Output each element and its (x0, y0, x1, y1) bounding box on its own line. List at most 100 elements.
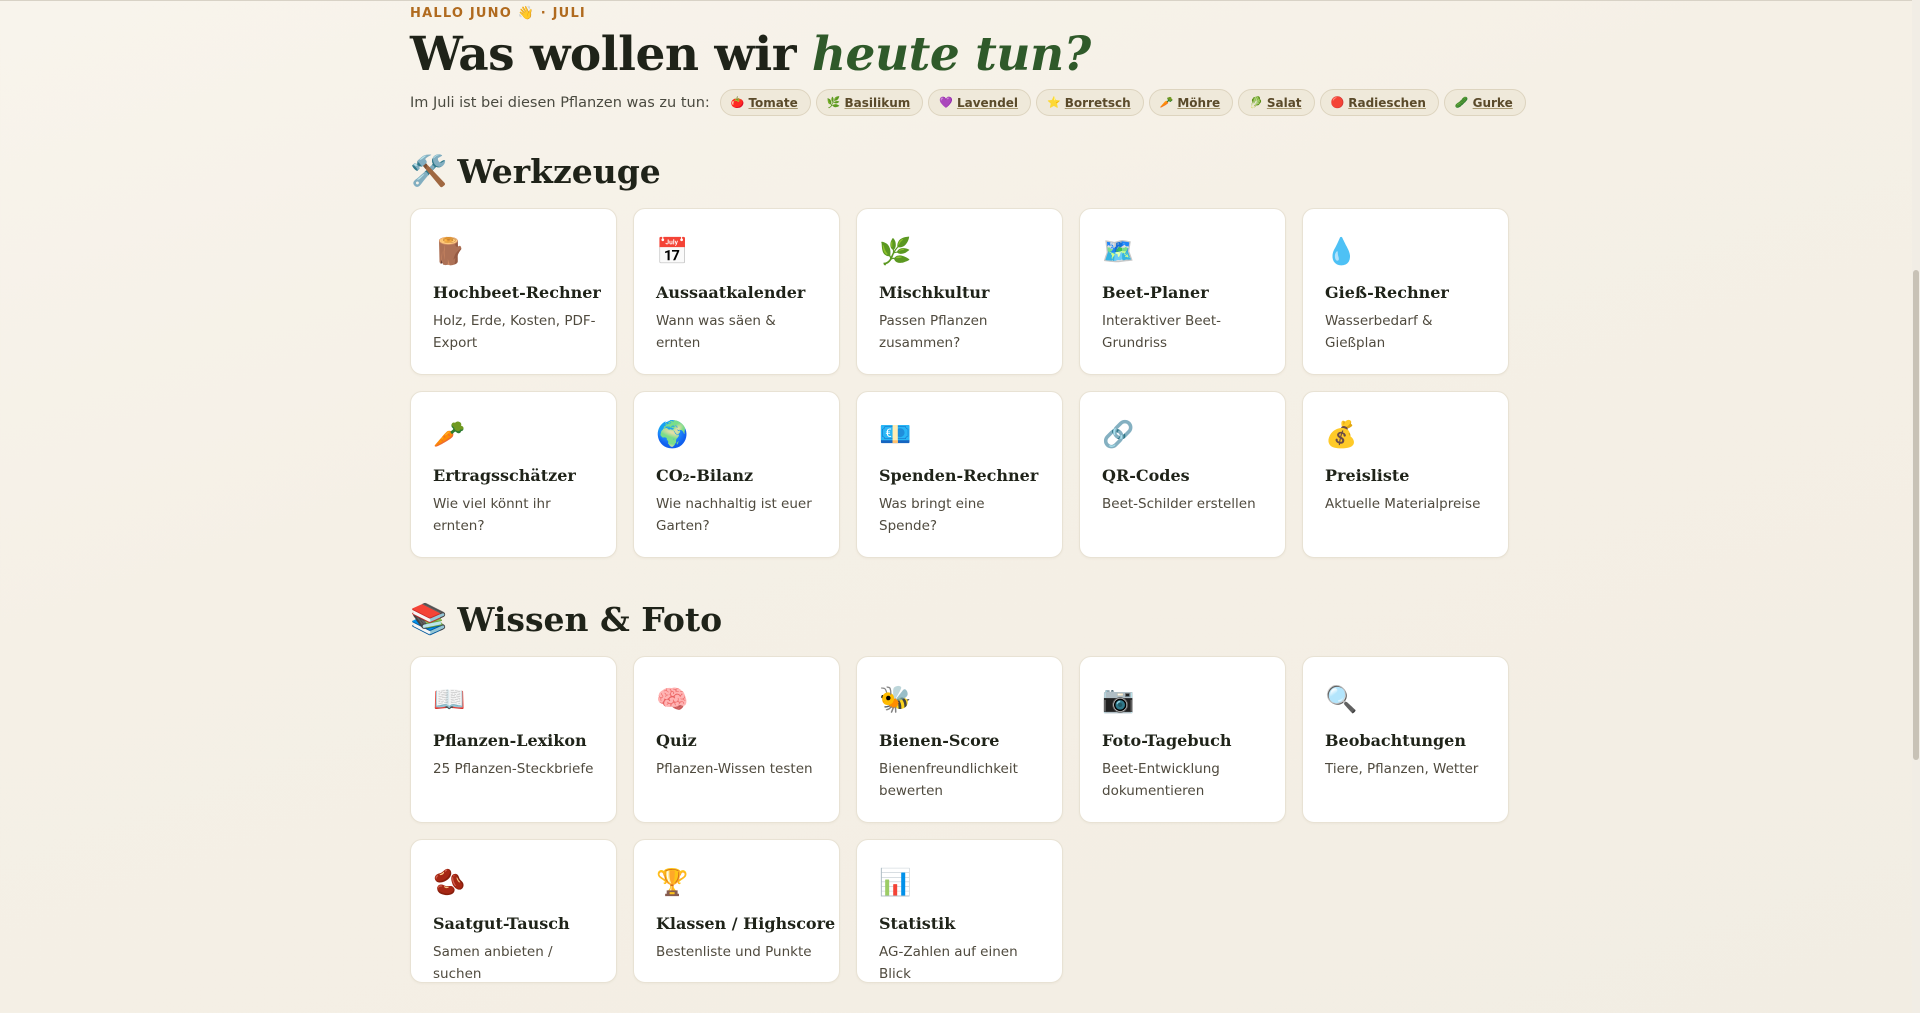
card-title: Saatgut-Tausch (433, 914, 570, 934)
card-title: Spenden-Rechner (879, 466, 1039, 486)
tool-card-bienen-score[interactable]: 🐝 Bienen-Score Bienenfreundlichkeit bewert… (856, 656, 1063, 824)
chart-icon: 📊 (879, 868, 912, 899)
heart-icon: 💜 (939, 96, 953, 110)
card-description: Aktuelle Materialpreise (1325, 496, 1481, 513)
tool-card-pflanzen-lexikon[interactable]: 📖 Pflanzen-Lexikon 25 Pflanzen-Steckbriefe (410, 656, 617, 824)
money-icon: 💶 (879, 420, 912, 451)
tool-card-foto-tagebuch[interactable]: 📷 Foto-Tagebuch Beet-Entwicklung dokumenti… (1079, 656, 1286, 824)
section-knowledge-title: 📚 Wissen & Foto (410, 600, 1510, 639)
star-icon: ⭐ (1047, 96, 1061, 110)
card-title: Ertragsschätzer (433, 466, 576, 486)
plant-chip-label: Tomate (748, 95, 798, 110)
tool-card-hochbeet-rechner[interactable]: 🪵 Hochbeet-Rechner Holz, Erde, Kosten, PDF… (410, 208, 617, 376)
map-icon: 🗺️ (1102, 237, 1135, 268)
tool-card-spenden-rechner[interactable]: 💶 Spenden-Rechner Was bringt eine Spende? (856, 391, 1063, 559)
plant-chip-label: Radieschen (1348, 95, 1426, 110)
lettuce-icon: 🥬 (1249, 96, 1263, 110)
tool-card-beobachtungen[interactable]: 🔍 Beobachtungen Tiere, Pflanzen, Wetter (1302, 656, 1509, 824)
beans-icon: 🫘 (433, 868, 466, 899)
card-title: Hochbeet-Rechner (433, 283, 601, 303)
card-title: Quiz (656, 731, 697, 751)
card-description: Bienenfreundlichkeit bewerten (879, 761, 1018, 800)
plant-chip-label: Borretsch (1064, 95, 1131, 110)
plant-chip-label: Möhre (1177, 95, 1221, 110)
plant-chip-radieschen[interactable]: 🔴 Radieschen (1319, 89, 1439, 117)
scrollbar[interactable] (1912, 0, 1920, 1013)
tomato-icon: 🍅 (730, 96, 745, 110)
trophy-icon: 🏆 (656, 868, 689, 899)
card-description: Interaktiver Beet-Grundriss (1102, 313, 1221, 352)
cucumber-icon: 🥒 (1454, 96, 1469, 110)
log-icon: 🪵 (433, 237, 466, 268)
tool-card-quiz[interactable]: 🧠 Quiz Pflanzen-Wissen testen (633, 656, 840, 824)
basil-icon: 🌿 (826, 96, 841, 110)
plant-chip-borretsch[interactable]: ⭐ Borretsch (1036, 89, 1144, 117)
tool-card-giess-rechner[interactable]: 💧 Gieß-Rechner Wasserbedarf & Gießplan (1302, 208, 1509, 376)
brain-icon: 🧠 (656, 685, 689, 716)
card-title: Gieß-Rechner (1325, 283, 1449, 303)
plant-chip-label: Basilikum (844, 95, 911, 110)
scrollbar-thumb[interactable] (1913, 270, 1919, 760)
carrot-icon: 🥕 (1159, 96, 1174, 110)
headline-accent: heute tun? (811, 27, 1091, 82)
tool-card-mischkultur[interactable]: 🌿 Mischkultur Passen Pflanzen zusammen? (856, 208, 1063, 376)
card-description: Passen Pflanzen zusammen? (879, 313, 988, 352)
books-icon: 📚 (410, 601, 448, 637)
radish-icon: 🔴 (1330, 96, 1345, 110)
moneybag-icon: 💰 (1325, 420, 1358, 451)
card-title: Statistik (879, 914, 956, 934)
card-title: QR-Codes (1102, 466, 1190, 486)
dashboard: HALLO JUNO 👋 · JULI Was wollen wir heute… (410, 0, 1526, 1013)
tool-card-preisliste[interactable]: 💰 Preisliste Aktuelle Materialpreise (1302, 391, 1509, 559)
camera-icon: 📷 (1102, 685, 1135, 716)
plants-label: Im Juli ist bei diesen Pflanzen was zu t… (410, 94, 710, 111)
tool-card-statistik[interactable]: 📊 Statistik AG-Zahlen auf einen Blick (856, 839, 1063, 984)
link-icon: 🔗 (1102, 420, 1135, 451)
card-title: Mischkultur (879, 283, 990, 303)
section-tools-label: Werkzeuge (457, 152, 661, 192)
card-description: 25 Pflanzen-Steckbriefe (433, 761, 594, 778)
tool-card-beet-planer[interactable]: 🗺️ Beet-Planer Interaktiver Beet-Grundriss (1079, 208, 1286, 376)
card-title: Aussaatkalender (656, 283, 806, 303)
month-plants: Im Juli ist bei diesen Pflanzen was zu t… (410, 89, 1526, 117)
plant-chip-mohre[interactable]: 🥕 Möhre (1148, 89, 1234, 117)
tool-card-saatgut-tausch[interactable]: 🫘 Saatgut-Tausch Samen anbieten / suchen (410, 839, 617, 984)
plant-chip-salat[interactable]: 🥬 Salat (1238, 89, 1315, 117)
card-description: Tiere, Pflanzen, Wetter (1325, 761, 1479, 778)
tool-card-aussaatkalender[interactable]: 📅 Aussaatkalender Wann was säen & ernten (633, 208, 840, 376)
card-title: Beobachtungen (1325, 731, 1466, 751)
card-title: Klassen / Highscore (656, 914, 836, 934)
card-title: Preisliste (1325, 466, 1410, 486)
tool-card-klassen-highscore[interactable]: 🏆 Klassen / Highscore Bestenliste und Punk… (633, 839, 840, 984)
carrot-icon: 🥕 (433, 420, 466, 451)
card-description: Holz, Erde, Kosten, PDF-Export (433, 313, 596, 352)
plant-chip-label: Lavendel (956, 95, 1019, 110)
knowledge-grid: 📖 Pflanzen-Lexikon 25 Pflanzen-Steckbriefe… (410, 656, 1510, 984)
plant-chip-basilikum[interactable]: 🌿 Basilikum (815, 89, 924, 117)
card-description: Wie nachhaltig ist euer Garten? (656, 496, 812, 535)
calendar-icon: 📅 (656, 237, 689, 268)
card-description: Wann was säen & ernten (656, 313, 776, 352)
tool-card-ertragsschatzer[interactable]: 🥕 Ertragsschätzer Wie viel könnt ihr ernte… (410, 391, 617, 559)
droplet-icon: 💧 (1325, 237, 1358, 268)
tool-card-co-bilanz[interactable]: 🌍 CO₂-Bilanz Wie nachhaltig ist euer Garte… (633, 391, 840, 559)
card-description: Was bringt eine Spende? (879, 496, 985, 535)
plant-chip-lavendel[interactable]: 💜 Lavendel (928, 89, 1032, 117)
tools-grid: 🪵 Hochbeet-Rechner Holz, Erde, Kosten, PDF… (410, 208, 1510, 559)
card-description: Wasserbedarf & Gießplan (1325, 313, 1433, 352)
section-knowledge-label: Wissen & Foto (457, 600, 723, 640)
tool-card-qr-codes[interactable]: 🔗 QR-Codes Beet-Schilder erstellen (1079, 391, 1286, 559)
plant-chip-gurke[interactable]: 🥒 Gurke (1443, 89, 1526, 117)
plant-chip-list: 🍅 Tomate 🌿 Basilikum 💜 Lavendel ⭐ Borretsch 🥕 Möh… (719, 89, 1526, 117)
card-description: Beet-Entwicklung dokumentieren (1102, 761, 1220, 800)
card-title: CO₂-Bilanz (656, 466, 754, 486)
headline-plain: Was wollen wir (410, 27, 812, 82)
card-title: Foto-Tagebuch (1102, 731, 1232, 751)
card-description: AG-Zahlen auf einen Blick (879, 944, 1018, 983)
card-title: Beet-Planer (1102, 283, 1209, 303)
section-tools-title: 🛠️ Werkzeuge (410, 152, 1510, 191)
bee-icon: 🐝 (879, 685, 912, 716)
plant-chip-tomate[interactable]: 🍅 Tomate (719, 89, 811, 117)
card-description: Samen anbieten / suchen (433, 944, 553, 983)
card-description: Bestenliste und Punkte (656, 944, 812, 961)
